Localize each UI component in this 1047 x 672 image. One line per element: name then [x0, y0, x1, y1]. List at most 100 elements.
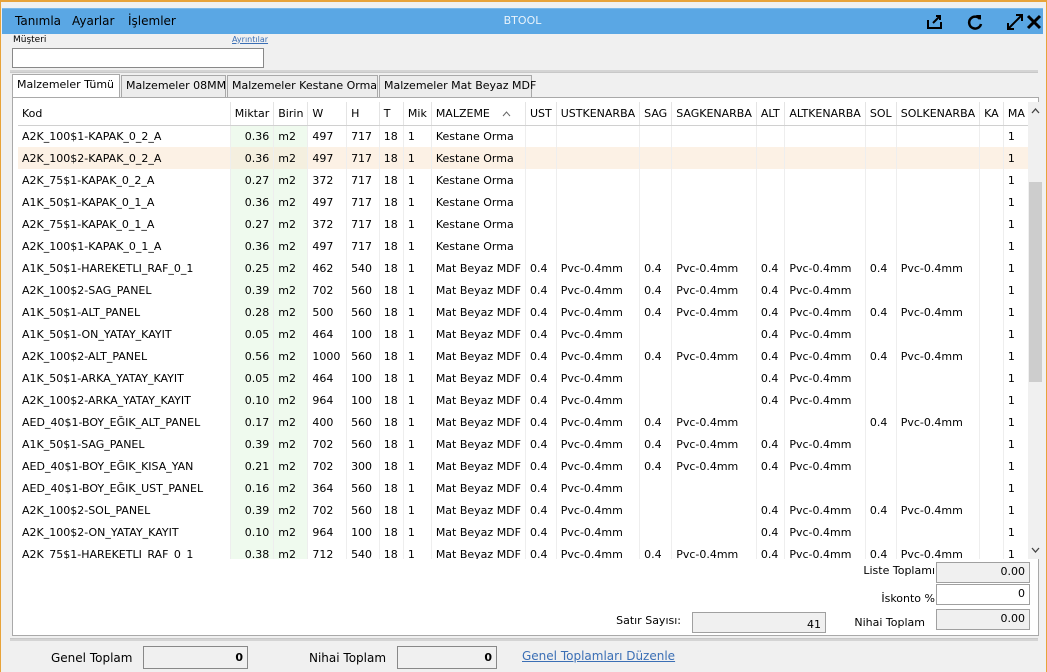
table-cell [865, 125, 897, 147]
table-row[interactable]: AED_40$1-BOY_EĞIK_KISA_YAN 0.21 m2 702 300 18… [18, 455, 1030, 477]
table-row[interactable]: A2K_75$1-HAREKETLI_RAF_0_1 0.38 m2 712 540 18… [18, 543, 1030, 559]
table-cell: 560 [346, 477, 380, 499]
table-row[interactable]: A1K_50$1-ARKA_YATAY_KAYIT 0.05 m2 464 100 18 1… [18, 367, 1030, 389]
satir-sayisi-label: Satır Sayısı: [616, 614, 681, 627]
table-cell: Pvc-0.4mm [784, 521, 866, 543]
table-row[interactable]: A2K_100$1-KAPAK_0_1_A 0.36 m2 497 717 18 1 Kest… [18, 235, 1030, 257]
table-row[interactable]: A2K_100$2-ON_YATAY_KAYIT 0.10 m2 964 100 18 1 M… [18, 521, 1030, 543]
table-cell: Pvc-0.4mm [784, 543, 866, 559]
column-header[interactable]: Kod [18, 102, 231, 126]
table-cell [671, 213, 757, 235]
table-cell [639, 169, 673, 191]
sort-ascending-icon [502, 110, 511, 117]
scroll-down-icon[interactable] [1031, 547, 1040, 553]
table-cell: 1 [403, 411, 432, 433]
column-header[interactable]: UST [525, 102, 557, 126]
table-row[interactable]: A2K_100$2-ARKA_YATAY_KAYIT 0.10 m2 964 100 18… [18, 389, 1030, 411]
table-cell: 1 [403, 213, 432, 235]
column-header[interactable]: ALTKENARBA [784, 102, 866, 126]
table-cell: A2K_75$1-KAPAK_0_1_A [18, 213, 231, 235]
tab-malzemeler-mat-beyaz-mdf[interactable]: Malzemeler Mat Beyaz MDF [379, 75, 536, 97]
table-cell: 0.21 [230, 455, 275, 477]
iskonto-input[interactable]: 0 [936, 584, 1030, 605]
table-cell: 702 [307, 455, 348, 477]
table-row[interactable]: A2K_100$2-SAG_PANEL 0.39 m2 702 560 18 1 Mat Be… [18, 279, 1030, 301]
column-header[interactable]: SAG [639, 102, 673, 126]
table-row[interactable]: A1K_50$1-HAREKETLI_RAF_0_1 0.25 m2 462 540 18… [18, 257, 1030, 279]
table-row[interactable]: A2K_100$1-KAPAK_0_2_A 0.36 m2 497 717 18 1 Kest… [18, 125, 1030, 147]
table-row[interactable]: AED_40$1-BOY_EĞIK_UST_PANEL 0.16 m2 364 560 1… [18, 477, 1030, 499]
table-cell [896, 147, 981, 169]
table-row[interactable]: A1K_50$1-ALT_PANEL 0.28 m2 500 560 18 1 Mat Bey… [18, 301, 1030, 323]
tab-malzemeler-kestane-orma[interactable]: Malzemeler Kestane Orma [227, 75, 378, 97]
column-header[interactable]: ALT [756, 102, 786, 126]
details-link[interactable]: Ayrıntılar [232, 35, 268, 44]
table-row[interactable]: A2K_75$1-KAPAK_0_1_A 0.27 m2 372 717 18 1 Kesta… [18, 213, 1030, 235]
table-row[interactable]: A1K_50$1-ON_YATAY_KAYIT 0.05 m2 464 100 18 1 Ma… [18, 323, 1030, 345]
edit-totals-link[interactable]: Genel Toplamları Düzenle [522, 649, 675, 663]
table-cell [671, 521, 757, 543]
table-row[interactable]: A2K_100$2-ALT_PANEL 0.56 m2 1000 560 18 1 Mat B… [18, 345, 1030, 367]
table-cell: 1 [403, 543, 432, 559]
table-cell: A2K_100$1-KAPAK_0_2_A [18, 125, 231, 147]
expand-icon[interactable] [1005, 12, 1025, 32]
table-cell: 0.4 [525, 433, 557, 455]
column-header[interactable]: MALZEME [431, 102, 526, 126]
table-cell [639, 125, 673, 147]
column-header[interactable]: MA [1003, 102, 1030, 126]
close-icon[interactable] [1024, 12, 1044, 32]
refresh-icon[interactable] [965, 12, 985, 32]
table-cell [979, 389, 1004, 411]
column-header[interactable]: T [379, 102, 404, 126]
table-cell: Mat Beyaz MDF [431, 257, 526, 279]
table-cell: 1 [403, 499, 432, 521]
table-cell [756, 147, 786, 169]
table-cell: 0.36 [230, 147, 275, 169]
table-row[interactable]: A1K_50$1-KAPAK_0_1_A 0.36 m2 497 717 18 1 Kesta… [18, 191, 1030, 213]
column-header[interactable]: H [346, 102, 380, 126]
scrollbar-thumb[interactable] [1029, 182, 1042, 382]
table-cell: AED_40$1-BOY_EĞIK_KISA_YAN [18, 455, 231, 477]
table-cell: 1 [1003, 191, 1030, 213]
table-cell: 1 [403, 345, 432, 367]
table-cell: 497 [307, 191, 348, 213]
column-header[interactable]: SOL [865, 102, 897, 126]
export-icon[interactable] [925, 12, 945, 32]
table-row[interactable]: A1K_50$1-SAG_PANEL 0.39 m2 702 560 18 1 Mat Bey… [18, 433, 1030, 455]
table-cell: 0.4 [525, 301, 557, 323]
table-cell: Pvc-0.4mm [556, 499, 641, 521]
column-header[interactable]: USTKENARBA [556, 102, 641, 126]
table-cell: 18 [379, 477, 404, 499]
table-cell [639, 191, 673, 213]
tab-malzemeler-08mm[interactable]: Malzemeler 08MM [121, 75, 226, 97]
table-row[interactable]: A2K_75$1-KAPAK_0_2_A 0.27 m2 372 717 18 1 Kesta… [18, 169, 1030, 191]
column-header[interactable]: SAGKENARBA [671, 102, 757, 126]
table-cell [784, 477, 866, 499]
scroll-up-icon[interactable] [1031, 108, 1040, 114]
table-cell: 0.4 [756, 543, 786, 559]
column-header[interactable]: SOLKENARBA [896, 102, 981, 126]
table-cell: 18 [379, 499, 404, 521]
column-header[interactable]: Miktar [230, 102, 275, 126]
column-header[interactable]: W [307, 102, 348, 126]
column-header[interactable]: Birin [273, 102, 309, 126]
column-header[interactable]: KA [979, 102, 1004, 126]
table-cell [979, 125, 1004, 147]
table-cell: Pvc-0.4mm [671, 257, 757, 279]
table-row[interactable]: A2K_100$2-KAPAK_0_2_A 0.36 m2 497 717 18 1 Kest… [18, 147, 1030, 169]
table-cell [756, 169, 786, 191]
table-cell: Pvc-0.4mm [896, 543, 981, 559]
table-row[interactable]: A2K_100$2-SOL_PANEL 0.39 m2 702 560 18 1 Mat Be… [18, 499, 1030, 521]
tab-malzemeler-tumu[interactable]: Malzemeler Tümü [12, 74, 120, 98]
table-cell: 18 [379, 301, 404, 323]
column-header[interactable]: Mik [403, 102, 432, 126]
table-cell: 0.4 [639, 411, 673, 433]
table-cell: 0.4 [865, 301, 897, 323]
table-cell: Kestane Orma [431, 169, 526, 191]
table-cell: m2 [273, 323, 309, 345]
table-cell: 18 [379, 455, 404, 477]
table-cell [784, 411, 866, 433]
customer-input[interactable] [12, 48, 264, 68]
table-row[interactable]: AED_40$1-BOY_EĞIK_ALT_PANEL 0.17 m2 400 560 1… [18, 411, 1030, 433]
vertical-scrollbar[interactable] [1028, 102, 1043, 559]
